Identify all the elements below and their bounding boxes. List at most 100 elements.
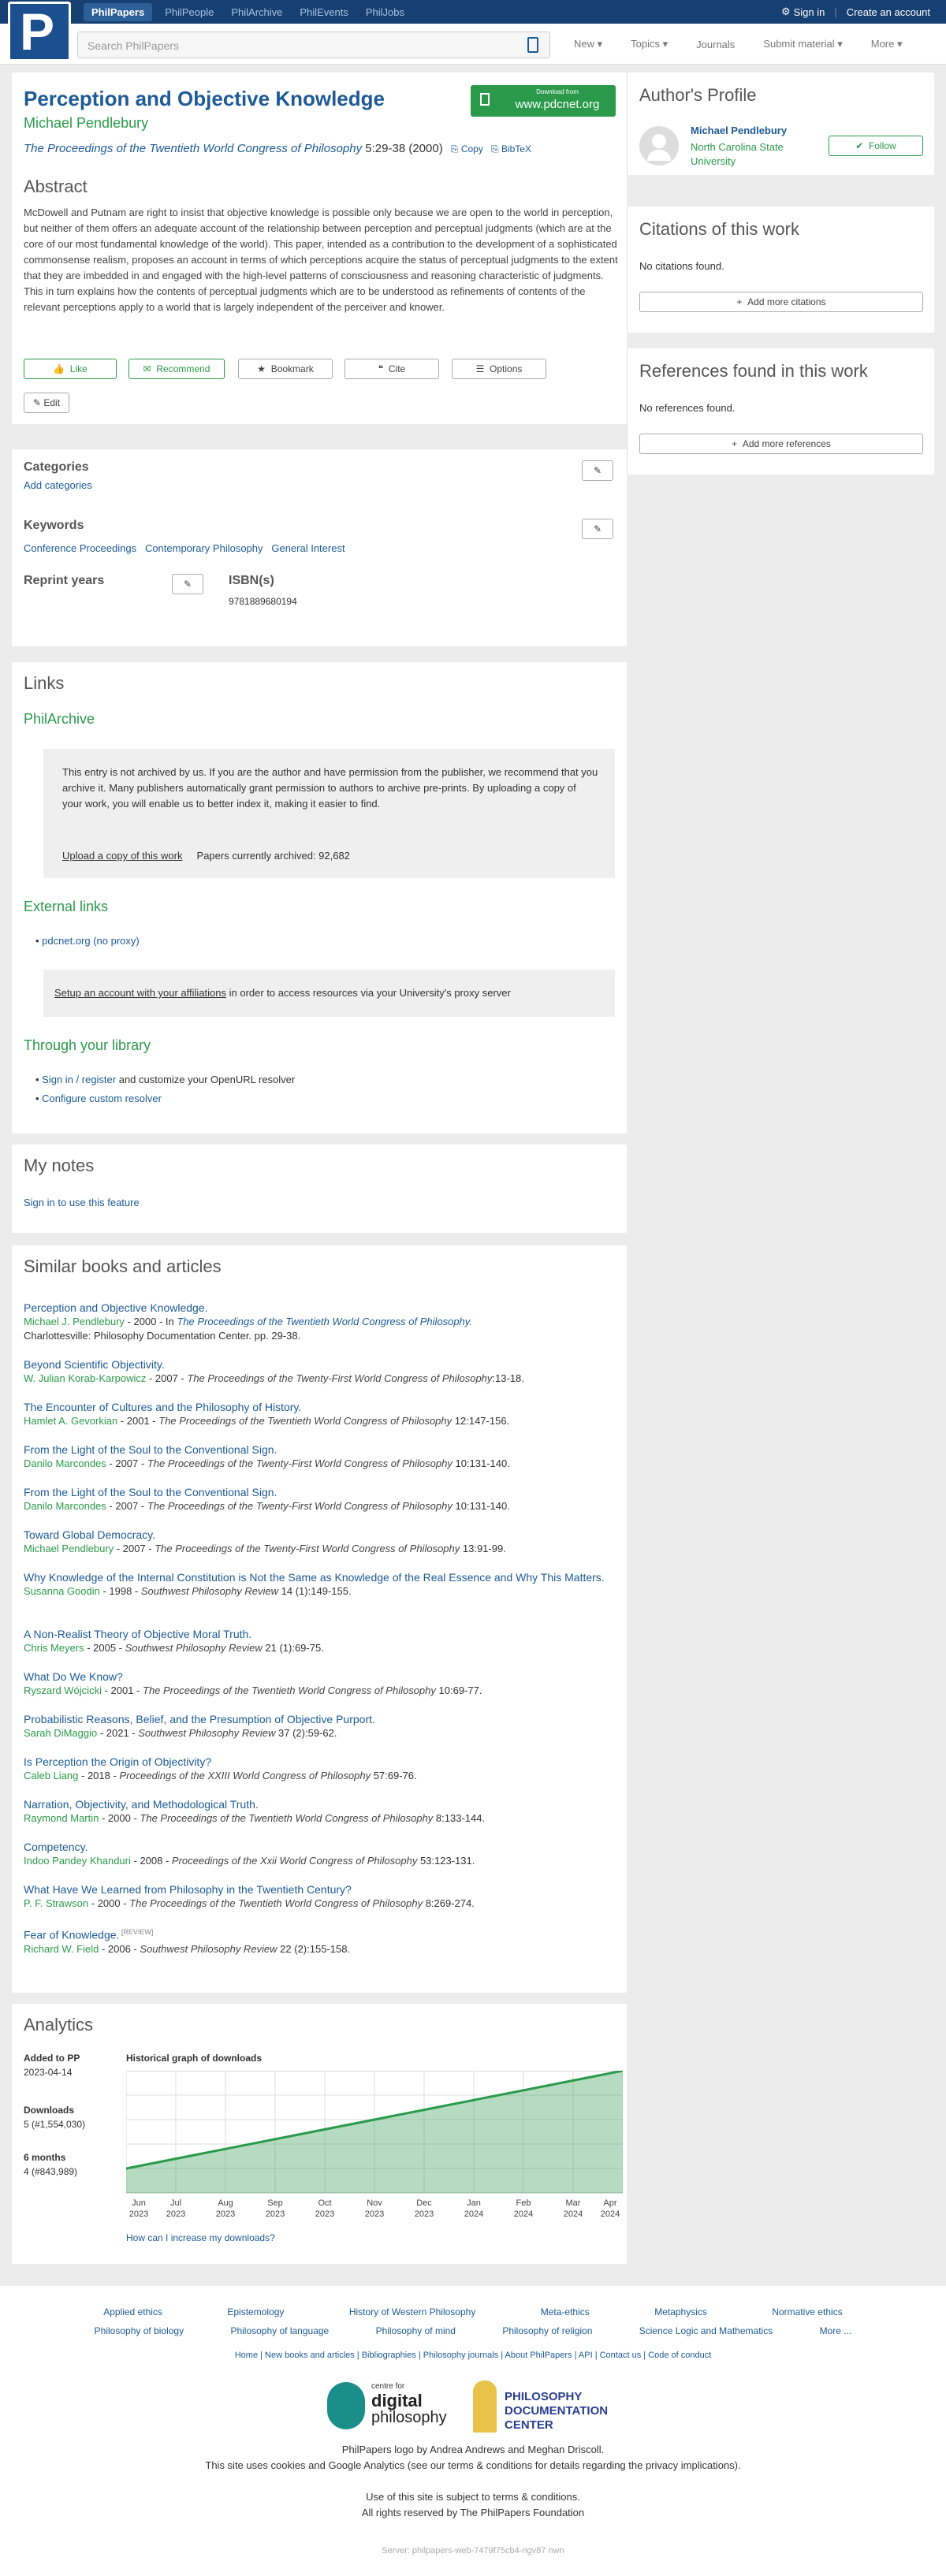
footer-links[interactable]: Home | New books and articles | Bibliogr… <box>0 2351 946 2360</box>
nav-philjobs[interactable]: PhilJobs <box>366 6 404 18</box>
copy-button[interactable]: ⎘ Copy <box>451 143 483 154</box>
similar-title-link[interactable]: From the Light of the Soul to the Conven… <box>24 1442 623 1457</box>
similar-title-link[interactable]: The Encounter of Cultures and the Philos… <box>24 1400 623 1414</box>
footer-category-link[interactable]: Philosophy of biology <box>95 2325 184 2336</box>
data-point <box>522 2089 525 2092</box>
footer-category-link[interactable]: Normative ethics <box>772 2306 842 2317</box>
footer-category-link[interactable]: Applied ethics <box>103 2306 162 2317</box>
similar-title-link[interactable]: Narration, Objectivity, and Methodologic… <box>24 1797 623 1811</box>
similar-author-link[interactable]: W. Julian Korab-Karpowicz <box>24 1372 146 1384</box>
similar-title-link[interactable]: Beyond Scientific Objectivity. <box>24 1357 623 1372</box>
footer-category-link[interactable]: Philosophy of language <box>230 2325 329 2336</box>
similar-title-link[interactable]: Competency. <box>24 1840 623 1854</box>
footer-category-link[interactable]: Meta-ethics <box>541 2306 590 2317</box>
configure-resolver-link[interactable]: Configure custom resolver <box>42 1093 162 1104</box>
pdcnet-link[interactable]: pdcnet.org (no proxy) <box>42 935 140 947</box>
similar-author-link[interactable]: Chris Meyers <box>24 1642 84 1654</box>
similar-title-link[interactable]: A Non-Realist Theory of Objective Moral … <box>24 1627 623 1641</box>
footer-category-link[interactable]: History of Western Philosophy <box>349 2306 476 2317</box>
edit-reprint-button[interactable]: ✎ <box>172 574 203 594</box>
footer-category-link[interactable]: Metaphysics <box>654 2306 707 2317</box>
six-months-label: 6 months <box>24 2152 66 2163</box>
like-button[interactable]: 👍 Like <box>24 359 117 379</box>
proxy-setup-link[interactable]: Setup an account with your affiliations <box>54 987 226 999</box>
similar-author-link[interactable]: Ryszard Wójcicki <box>24 1684 102 1696</box>
menu-submit[interactable]: Submit material ▾ <box>763 38 842 50</box>
menu-more[interactable]: More ▾ <box>871 38 903 50</box>
search-input[interactable]: Search PhilPapers <box>77 32 550 58</box>
pdc-logo[interactable]: PHILOSOPHY DOCUMENTATION CENTER <box>473 2379 623 2434</box>
menu-new[interactable]: New ▾ <box>574 38 602 50</box>
add-references-button[interactable]: + Add more references <box>639 434 923 454</box>
author-link[interactable]: Michael Pendlebury <box>24 115 148 132</box>
similar-title-link[interactable]: What Have We Learned from Philosophy in … <box>24 1882 623 1897</box>
venue-link[interactable]: The Proceedings of the Twentieth World C… <box>24 142 362 155</box>
archive-note: This entry is not archived by us. If you… <box>62 766 598 810</box>
follow-button[interactable]: ✔ Follow <box>829 136 923 156</box>
options-button[interactable]: ☰ Options <box>452 359 546 379</box>
sign-in-link[interactable]: Sign in <box>794 6 825 18</box>
similar-author-link[interactable]: Hamlet A. Gevorkian <box>24 1415 117 1427</box>
cdp-logo[interactable]: centre for digital philosophy <box>327 2379 461 2434</box>
similar-title-link[interactable]: Toward Global Democracy. <box>24 1528 623 1542</box>
similar-title-link[interactable]: Why Knowledge of the Internal Constituti… <box>24 1570 623 1584</box>
similar-author-link[interactable]: Raymond Martin <box>24 1812 99 1824</box>
similar-author-link[interactable]: Caleb Liang <box>24 1770 78 1781</box>
x-tick-label: Jan 2024 <box>464 2198 483 2219</box>
cite-button[interactable]: ❝ Cite <box>345 359 439 379</box>
six-months-value: 4 (#843,989) <box>24 2166 78 2177</box>
similar-title-link[interactable]: From the Light of the Soul to the Conven… <box>24 1485 623 1499</box>
menu-topics[interactable]: Topics ▾ <box>631 38 668 50</box>
profile-author-link[interactable]: Michael Pendlebury <box>691 125 787 136</box>
similar-author-link[interactable]: Indoo Pandey Khanduri <box>24 1855 131 1867</box>
similar-author-link[interactable]: Sarah DiMaggio <box>24 1727 97 1739</box>
avatar[interactable] <box>639 126 679 166</box>
download-button[interactable]: Download from www.pdcnet.org <box>471 85 616 117</box>
edit-categories-button[interactable]: ✎ <box>582 460 613 481</box>
bookmark-button[interactable]: ★ Bookmark <box>238 359 333 379</box>
keyword-link[interactable]: General Interest <box>271 542 345 554</box>
edit-button[interactable]: ✎ Edit <box>24 393 69 413</box>
similar-author-link[interactable]: Danilo Marcondes <box>24 1457 106 1469</box>
similar-title-link[interactable]: Fear of Knowledge. [REVIEW] <box>24 1925 623 1942</box>
footer-category-link[interactable]: More ... <box>820 2325 852 2336</box>
create-account-link[interactable]: Create an account <box>847 6 930 18</box>
bibtex-button[interactable]: ⎘ BibTeX <box>491 143 531 154</box>
recommend-button[interactable]: ✉ Recommend <box>128 359 225 379</box>
similar-author-link[interactable]: P. F. Strawson <box>24 1897 88 1909</box>
similar-title-link[interactable]: What Do We Know? <box>24 1670 623 1684</box>
footer-category-link[interactable]: Epistemology <box>227 2306 284 2317</box>
search-icon[interactable] <box>527 37 538 53</box>
similar-title-link[interactable]: Probabilistic Reasons, Belief, and the P… <box>24 1712 623 1726</box>
similar-title-link[interactable]: Is Perception the Origin of Objectivity? <box>24 1755 623 1769</box>
similar-author-link[interactable]: Michael J. Pendlebury <box>24 1316 125 1327</box>
library-signin-link[interactable]: Sign in / register <box>42 1074 116 1085</box>
upload-link[interactable]: Upload a copy of this work <box>62 850 182 862</box>
similar-title-link[interactable]: Perception and Objective Knowledge. <box>24 1301 623 1315</box>
keyword-link[interactable]: Conference Proceedings <box>24 542 136 554</box>
nav-philevents[interactable]: PhilEvents <box>300 6 348 18</box>
philpapers-logo[interactable]: P <box>8 2 71 61</box>
increase-downloads-link[interactable]: How can I increase my downloads? <box>126 2232 275 2243</box>
menu-journals[interactable]: Journals <box>696 39 735 50</box>
similar-author-link[interactable]: Michael Pendlebury <box>24 1543 114 1554</box>
footer-category-link[interactable]: Science Logic and Mathematics <box>639 2325 773 2336</box>
notes-signin-link[interactable]: Sign in to use this feature <box>24 1197 140 1208</box>
add-citations-button[interactable]: + Add more citations <box>639 292 923 312</box>
keyword-link[interactable]: Contemporary Philosophy <box>145 542 263 554</box>
similar-author-link[interactable]: Susanna Goodin <box>24 1585 100 1597</box>
add-categories-link[interactable]: Add categories <box>24 479 92 491</box>
x-tick-label: Apr 2024 <box>601 2198 620 2219</box>
nav-philpeople[interactable]: PhilPeople <box>165 6 214 18</box>
footer-category-link[interactable]: Philosophy of religion <box>502 2325 592 2336</box>
nav-philarchive[interactable]: PhilArchive <box>231 6 282 18</box>
archived-count: Papers currently archived: 92,682 <box>196 850 350 862</box>
similar-author-link[interactable]: Danilo Marcondes <box>24 1500 106 1512</box>
archive-box: This entry is not archived by us. If you… <box>43 749 615 878</box>
footer-category-link[interactable]: Philosophy of mind <box>376 2325 456 2336</box>
x-tick-label: Aug 2023 <box>216 2198 235 2219</box>
profile-affiliation[interactable]: North Carolina State University <box>691 140 801 169</box>
edit-keywords-button[interactable]: ✎ <box>582 519 613 539</box>
similar-author-link[interactable]: Richard W. Field <box>24 1943 99 1955</box>
brand-philpapers[interactable]: PhilPapers <box>84 2 153 21</box>
